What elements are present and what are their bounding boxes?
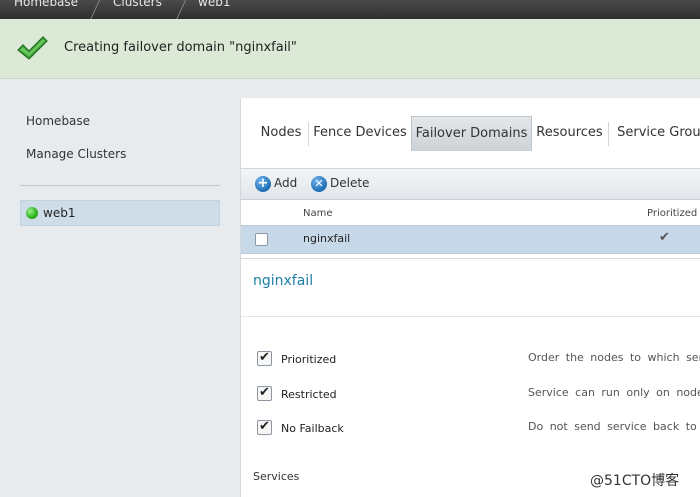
nav-homebase[interactable]: Homebase: [26, 114, 90, 128]
tab-nodes[interactable]: Nodes: [255, 116, 307, 150]
breadcrumb-clusters[interactable]: Clusters: [113, 0, 162, 9]
no-failback-description: Do not send service back to 1st: [528, 420, 700, 433]
no-failback-checkbox[interactable]: ✔: [257, 420, 272, 435]
tab-resources[interactable]: Resources: [533, 116, 606, 150]
prioritized-check-icon: ✔: [659, 230, 670, 245]
delete-label: Delete: [330, 176, 370, 190]
divider: [241, 258, 700, 259]
cluster-list-item-web1[interactable]: web1: [20, 200, 220, 226]
cluster-name: web1: [43, 206, 76, 220]
prioritized-description: Order the nodes to which servic: [528, 351, 700, 364]
restricted-description: Service can run only on nodes s: [528, 386, 700, 399]
tab-separator: [308, 122, 309, 146]
notification-message: Creating failover domain "nginxfail": [64, 40, 297, 55]
tab-failover-domains[interactable]: Failover Domains: [411, 116, 532, 151]
delete-button[interactable]: ✕ Delete: [311, 175, 371, 193]
no-failback-label: No Failback: [281, 422, 344, 435]
prioritized-label: Prioritized: [281, 353, 337, 366]
detail-title: nginxfail: [253, 273, 314, 289]
checkmark-icon: [17, 36, 48, 60]
watermark: @51CTO博客: [590, 473, 680, 489]
row-name: nginxfail: [303, 232, 351, 245]
tab-separator: [608, 122, 609, 146]
column-header-name[interactable]: Name: [303, 208, 333, 219]
table-row[interactable]: nginxfail ✔: [241, 225, 700, 254]
services-section-label: Services: [253, 470, 300, 483]
main-panel: Nodes Fence Devices Failover Domains Res…: [240, 98, 700, 497]
add-button[interactable]: + Add: [255, 175, 300, 193]
divider: [241, 316, 700, 317]
tab-fence-devices[interactable]: Fence Devices: [311, 116, 409, 150]
prioritized-checkbox[interactable]: ✔: [257, 351, 272, 366]
left-divider: [20, 185, 220, 186]
nav-manage-clusters[interactable]: Manage Clusters: [26, 147, 126, 161]
add-label: Add: [274, 176, 298, 190]
add-icon: +: [255, 176, 271, 192]
delete-icon: ✕: [311, 176, 327, 192]
breadcrumb-homebase[interactable]: Homebase: [14, 0, 78, 9]
column-header-prioritized[interactable]: Prioritized: [647, 208, 697, 219]
breadcrumb-web1[interactable]: web1: [198, 0, 230, 9]
restricted-label: Restricted: [281, 388, 337, 401]
breadcrumb: Homebase Clusters web1: [0, 0, 700, 19]
breadcrumb-separator: [88, 0, 101, 19]
success-notification: Creating failover domain "nginxfail": [0, 19, 700, 79]
toolbar: + Add ✕ Delete: [241, 168, 700, 200]
row-checkbox[interactable]: [255, 233, 268, 246]
breadcrumb-separator: [174, 0, 187, 19]
restricted-checkbox[interactable]: ✔: [257, 386, 272, 401]
tab-service-group[interactable]: Service Group: [613, 116, 700, 150]
status-online-icon: [26, 207, 38, 219]
